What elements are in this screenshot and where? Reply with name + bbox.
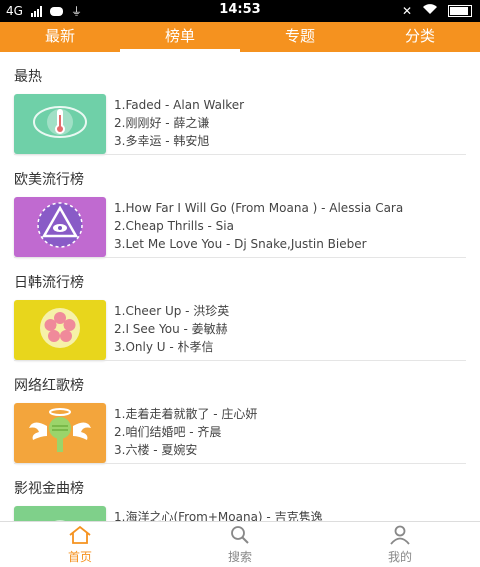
song-item[interactable]: 2.I See You - 姜敏赫 [114, 320, 229, 338]
search-icon [228, 525, 252, 548]
song-item[interactable]: 3.多幸运 - 韩安旭 [114, 132, 244, 150]
chart-cover[interactable] [14, 506, 106, 521]
song-item[interactable]: 2.刚刚好 - 薛之谦 [114, 114, 244, 132]
tab-categories[interactable]: 分类 [360, 22, 480, 52]
song-item[interactable]: 2.Cheap Thrills - Sia [114, 217, 403, 235]
song-item[interactable]: 1.海洋之心(From+Moana) - 吉克隽逸 [114, 508, 323, 521]
chart-section-jpkr[interactable]: 日韩流行榜 1.Cheer Up - 洪珍英 2.I See You - 姜敏赫… [0, 258, 480, 361]
section-title: 日韩流行榜 [14, 275, 84, 291]
bottom-nav: 首页 搜索 我的 [0, 521, 480, 567]
section-title: 网络红歌榜 [14, 378, 84, 394]
nav-profile[interactable]: 我的 [320, 522, 480, 567]
chart-cover[interactable] [14, 300, 106, 360]
nav-home[interactable]: 首页 [0, 522, 160, 567]
song-item[interactable]: 2.咱们结婚吧 - 齐晨 [114, 423, 257, 441]
section-title: 影视金曲榜 [14, 481, 84, 497]
tab-latest[interactable]: 最新 [0, 22, 120, 52]
chart-cover[interactable] [14, 403, 106, 463]
tab-topics[interactable]: 专题 [240, 22, 360, 52]
song-item[interactable]: 3.Only U - 朴孝信 [114, 338, 229, 356]
user-icon [388, 525, 412, 548]
mute-icon: ✕ [401, 3, 412, 18]
song-item[interactable]: 3.六楼 - 夏婉安 [114, 441, 257, 459]
winged-microphone-icon [25, 404, 95, 462]
triangle-eye-icon [30, 198, 90, 256]
song-item[interactable]: 3.Let Me Love You - Dj Snake,Justin Bieb… [114, 235, 403, 253]
song-item[interactable]: 1.Cheer Up - 洪珍英 [114, 302, 229, 320]
chart-cover[interactable] [14, 197, 106, 257]
chart-list: 最热 1.Faded - Alan Walker 2.刚刚好 - 薛之谦 3.多… [0, 52, 480, 521]
battery-icon [448, 4, 472, 17]
tab-bar: 最新 榜单 专题 分类 [0, 22, 480, 52]
thermometer-eye-icon [30, 97, 90, 151]
section-title: 欧美流行榜 [14, 172, 84, 188]
chart-section-film[interactable]: 影视金曲榜 1.海洋之心(From+Moana) - 吉克隽逸 [0, 464, 480, 521]
song-item[interactable]: 1.Faded - Alan Walker [114, 96, 244, 114]
song-item[interactable]: 1.走着走着就散了 - 庄心妍 [114, 405, 257, 423]
nav-label: 搜索 [227, 549, 252, 564]
chart-section-hottest[interactable]: 最热 1.Faded - Alan Walker 2.刚刚好 - 薛之谦 3.多… [0, 52, 480, 155]
nav-label: 我的 [387, 549, 412, 564]
film-icon [35, 514, 85, 521]
nav-label: 首页 [67, 549, 92, 564]
section-title: 最热 [14, 69, 42, 85]
home-icon [68, 525, 92, 548]
song-item[interactable]: 1.How Far I Will Go (From Moana ) - Ales… [114, 199, 403, 217]
chart-section-western[interactable]: 欧美流行榜 1.How Far I Will Go (From Moana ) … [0, 155, 480, 258]
flower-icon [30, 301, 90, 359]
chart-section-internet[interactable]: 网络红歌榜 1.走着走着就散了 - 庄心妍 2.咱们结婚吧 - 齐晨 3.六楼 … [0, 361, 480, 464]
nav-search[interactable]: 搜索 [160, 522, 320, 567]
wifi-icon [422, 3, 438, 18]
tab-charts[interactable]: 榜单 [120, 22, 240, 52]
status-bar: 4G ⏚ 14:53 ✕ [0, 0, 480, 22]
chart-cover[interactable] [14, 94, 106, 154]
